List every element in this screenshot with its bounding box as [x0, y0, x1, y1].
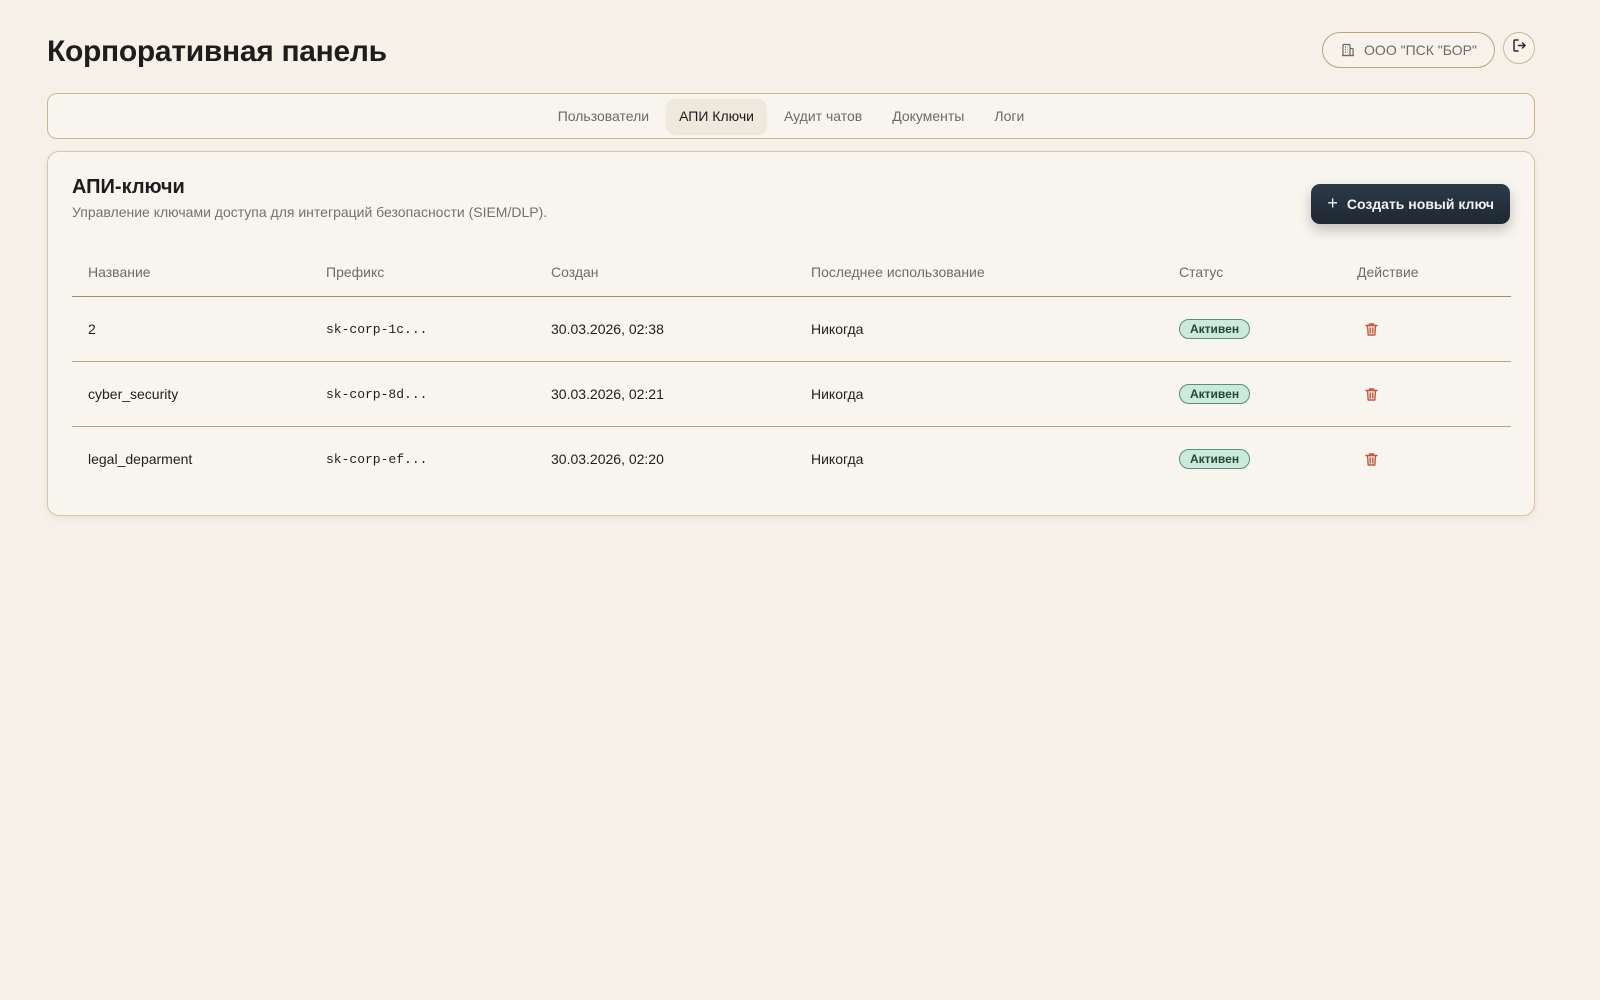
column-header-status: Статус	[1163, 248, 1341, 297]
trash-icon	[1364, 452, 1378, 466]
tab-chat-audit[interactable]: Аудит чатов	[772, 99, 874, 133]
key-created: 30.03.2026, 02:20	[551, 451, 664, 467]
key-last-used: Никогда	[795, 296, 1163, 362]
key-created: 30.03.2026, 02:38	[535, 296, 795, 362]
page: Корпоративная панель ООО "ПСК "БОР" Поль…	[0, 0, 1600, 1000]
status-badge: Активен	[1179, 319, 1251, 339]
column-header-name: Название	[72, 248, 310, 297]
plus-icon: +	[1327, 193, 1338, 213]
api-keys-card: АПИ-ключи Управление ключами доступа для…	[47, 151, 1535, 516]
column-header-last-used: Последнее использование	[795, 248, 1163, 297]
logout-button[interactable]	[1503, 32, 1535, 64]
trash-icon	[1364, 322, 1378, 336]
column-header-created: Создан	[535, 248, 795, 297]
column-header-prefix: Префикс	[310, 248, 535, 297]
key-created: 30.03.2026, 02:21	[535, 361, 795, 427]
header: Корпоративная панель ООО "ПСК "БОР"	[47, 28, 1535, 74]
status-badge: Активен	[1179, 449, 1251, 469]
logout-icon	[1512, 38, 1527, 58]
create-key-button[interactable]: + Создать новый ключ	[1311, 184, 1510, 224]
trash-icon	[1364, 387, 1378, 401]
delete-key-button[interactable]	[1357, 315, 1385, 343]
key-prefix: sk-corp-8d...	[310, 361, 535, 427]
tab-users[interactable]: Пользователи	[546, 99, 661, 133]
building-icon	[1341, 43, 1355, 57]
table-header-row: Название Префикс Создан Последнее исполь…	[72, 248, 1511, 297]
card-title: АПИ-ключи	[72, 176, 185, 198]
create-key-label: Создать новый ключ	[1346, 196, 1494, 212]
key-last-used: Никогда	[795, 361, 1163, 427]
delete-key-button[interactable]	[1357, 380, 1385, 408]
organization-button[interactable]: ООО "ПСК "БОР"	[1322, 32, 1495, 68]
key-prefix: sk-corp-ef...	[326, 451, 428, 467]
key-prefix: sk-corp-1c...	[310, 296, 535, 362]
key-name: legal_deparment	[88, 451, 193, 467]
delete-key-button[interactable]	[1357, 445, 1385, 473]
key-name: 2	[72, 296, 310, 362]
organization-name: ООО "ПСК "БОР"	[1364, 42, 1477, 58]
tabs-bar: Пользователи АПИ Ключи Аудит чатов Докум…	[47, 93, 1535, 139]
status-badge: Активен	[1179, 384, 1251, 404]
tab-logs[interactable]: Логи	[982, 99, 1036, 133]
tab-documents[interactable]: Документы	[880, 99, 976, 133]
column-header-action: Действие	[1341, 248, 1511, 297]
tab-api-keys[interactable]: АПИ Ключи	[667, 99, 766, 133]
api-keys-table: Название Префикс Создан Последнее исполь…	[72, 248, 1511, 491]
table-row: 2 sk-corp-1c... 30.03.2026, 02:38 Никогд…	[72, 296, 1511, 362]
table-row: legal_deparment sk-corp-ef... 30.03.2026…	[72, 427, 1511, 492]
key-name: cyber_security	[72, 361, 310, 427]
key-last-used: Никогда	[811, 451, 864, 467]
page-title: Корпоративная панель	[47, 35, 387, 68]
table-row: cyber_security sk-corp-8d... 30.03.2026,…	[72, 361, 1511, 427]
card-subtitle: Управление ключами доступа для интеграци…	[72, 204, 548, 220]
